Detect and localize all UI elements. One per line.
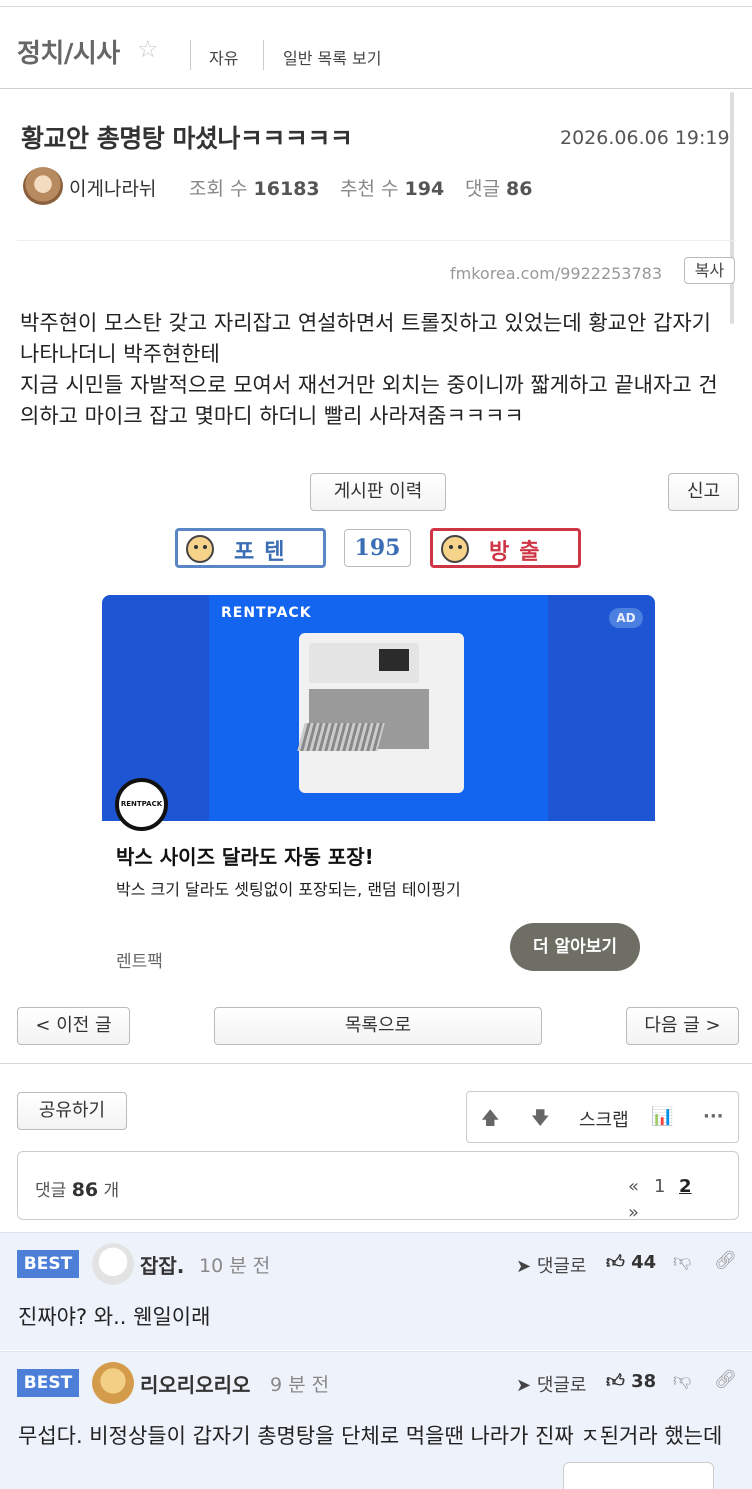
ad-product-image[interactable]: RENTPACK [209,595,548,821]
best-badge: BEST [17,1369,79,1397]
reply-button[interactable]: ➤ 댓글로 [516,1252,587,1278]
author-avatar[interactable] [23,167,63,205]
copy-url-button[interactable]: 복사 [684,257,735,284]
reply-label: 댓글로 [536,1375,587,1396]
comments-label: 댓글 [35,1181,67,1201]
commenter-name[interactable]: 잡잡. [140,1250,184,1279]
prev-post-button[interactable]: < 이전 글 [17,1007,130,1045]
recommends-count: 194 [404,178,445,200]
dislike-icon[interactable]: 👎︎ [673,1369,691,1391]
scrap-button[interactable]: 스크랩 [579,1106,629,1132]
ad-advertiser-logo[interactable]: RENTPACK [115,778,168,831]
machine-roller-tray [297,723,385,751]
comment-time: 10 분 전 [199,1255,271,1277]
divider [0,1063,752,1064]
scrollbar[interactable] [730,92,734,324]
scroll-up-icon[interactable]: 🡅 [481,1106,500,1136]
views-label: 조회 수 [189,178,248,200]
post-date: 2026.06.06 19:19 [560,127,730,149]
last-page-link[interactable]: » [628,1202,639,1223]
comment-text: 진짜야? 와.. 웬일이래 [18,1305,211,1329]
views-stat: 조회 수 16183 [189,174,320,201]
thumbs-up-face-icon [186,535,214,563]
scroll-down-icon[interactable]: 🡇 [531,1106,550,1136]
reply-label: 댓글로 [536,1256,587,1277]
page-link-2[interactable]: 2 [679,1176,692,1197]
comments-count: 86 [506,178,533,200]
next-post-button[interactable]: 다음 글 > [626,1007,739,1045]
like-count: 44 [631,1252,657,1273]
post-paragraph: 박주현이 모스탄 갖고 자리잡고 연설하면서 트롤짓하고 있었는데 황교안 갑자… [20,311,711,366]
header-separator [263,40,264,70]
recommends-stat: 추천 수 194 [340,174,444,201]
comment-time: 9 분 전 [270,1374,330,1396]
comments-stat: 댓글 86 [465,174,532,201]
author-name[interactable]: 이게나라뉘 [69,174,156,201]
comments-label: 댓글 [465,178,500,200]
ad-badge[interactable]: AD [609,608,643,628]
comments-unit: 개 [103,1181,120,1201]
ad-advertiser-name[interactable]: 렌트팩 [116,947,163,972]
view-all-link[interactable]: 일반 목록 보기 [283,45,382,69]
star-icon[interactable]: ☆ [137,35,159,63]
comment-toolbar[interactable] [563,1462,714,1489]
ad-banner-image[interactable]: RENTPACK AD [102,595,655,821]
stats-icon[interactable]: 📊 [651,1106,673,1127]
category-free-link[interactable]: 자유 [209,45,238,69]
thumbs-down-face-icon [441,535,469,563]
taping-machine-image [297,633,464,793]
like-button[interactable]: 👍︎ 38 [606,1370,656,1392]
comments-header: 댓글 86 개 « 1 2 » [17,1151,739,1223]
back-to-list-button[interactable]: 목록으로 [214,1007,542,1045]
vote-down-label: 방출 [489,539,550,565]
share-button[interactable]: 공유하기 [17,1092,127,1130]
commenter-name[interactable]: 리오리오리오 [140,1369,250,1398]
post-body: 박주현이 모스탄 갖고 자리잡고 연설하면서 트롤짓하고 있었는데 황교안 갑자… [20,308,732,432]
board-header: 정치/시사 ☆ 자유 일반 목록 보기 [0,7,752,89]
header-separator [190,40,191,70]
comment-item: BEST 리오리오리오 9 분 전 ➤ 댓글로 👍︎ 38 👎︎ 🔗︎ 무섭다.… [0,1351,752,1489]
link-icon[interactable]: 🔗︎ [714,1369,737,1390]
vote-up-label: 포텐 [234,539,295,565]
comment-text: 무섭다. 비정상들이 갑자기 총명탕을 단체로 먹을땐 나라가 진짜 ㅈ된거라 … [18,1424,723,1448]
link-icon[interactable]: 🔗︎ [714,1250,737,1271]
comment-item: BEST 잡잡. 10 분 전 ➤ 댓글로 👍︎ 44 👎︎ 🔗︎ 진짜야? 와… [0,1232,752,1350]
first-page-link[interactable]: « [628,1176,639,1197]
board-title[interactable]: 정치/시사 [17,33,120,70]
recommends-label: 추천 수 [340,178,399,200]
best-badge: BEST [17,1250,79,1278]
board-history-button[interactable]: 게시판 이력 [310,473,446,511]
machine-screen [379,649,409,671]
reply-button[interactable]: ➤ 댓글로 [516,1371,587,1397]
report-button[interactable]: 신고 [668,473,739,511]
commenter-avatar[interactable] [92,1362,134,1404]
like-count: 38 [631,1371,657,1392]
vote-count: 195 [344,529,411,567]
post-url[interactable]: fmkorea.com/9922253783 [450,264,662,283]
ad-description[interactable]: 박스 크기 달라도 셋팅없이 포장되는, 랜덤 테이핑기 [116,876,461,900]
commenter-avatar[interactable] [92,1243,134,1285]
post-toolbar: 🡅 🡇 스크랩 📊 ··· [466,1091,739,1143]
ad-headline[interactable]: 박스 사이즈 달라도 자동 포장! [116,841,374,870]
divider [17,240,735,241]
machine-panel [309,643,419,683]
more-icon[interactable]: ··· [703,1106,724,1127]
dislike-icon[interactable]: 👎︎ [673,1250,691,1272]
like-button[interactable]: 👍︎ 44 [606,1251,656,1273]
vote-up-button[interactable]: 포텐 [175,528,326,568]
comments-count-label: 댓글 86 개 [35,1176,119,1201]
vote-down-button[interactable]: 방출 [430,528,581,568]
ad-brand-wordmark: RENTPACK [221,605,312,621]
post-paragraph: 지금 시민들 자발적으로 모여서 재선거만 외치는 중이니까 짧게하고 끝내자고… [20,373,718,428]
views-count: 16183 [253,178,320,200]
ad-learn-more-button[interactable]: 더 알아보기 [510,923,640,971]
comments-total: 86 [71,1179,99,1201]
post-title: 황교안 총명탕 마셨나ㅋㅋㅋㅋㅋ [21,124,353,153]
page-link-1[interactable]: 1 [654,1176,665,1197]
